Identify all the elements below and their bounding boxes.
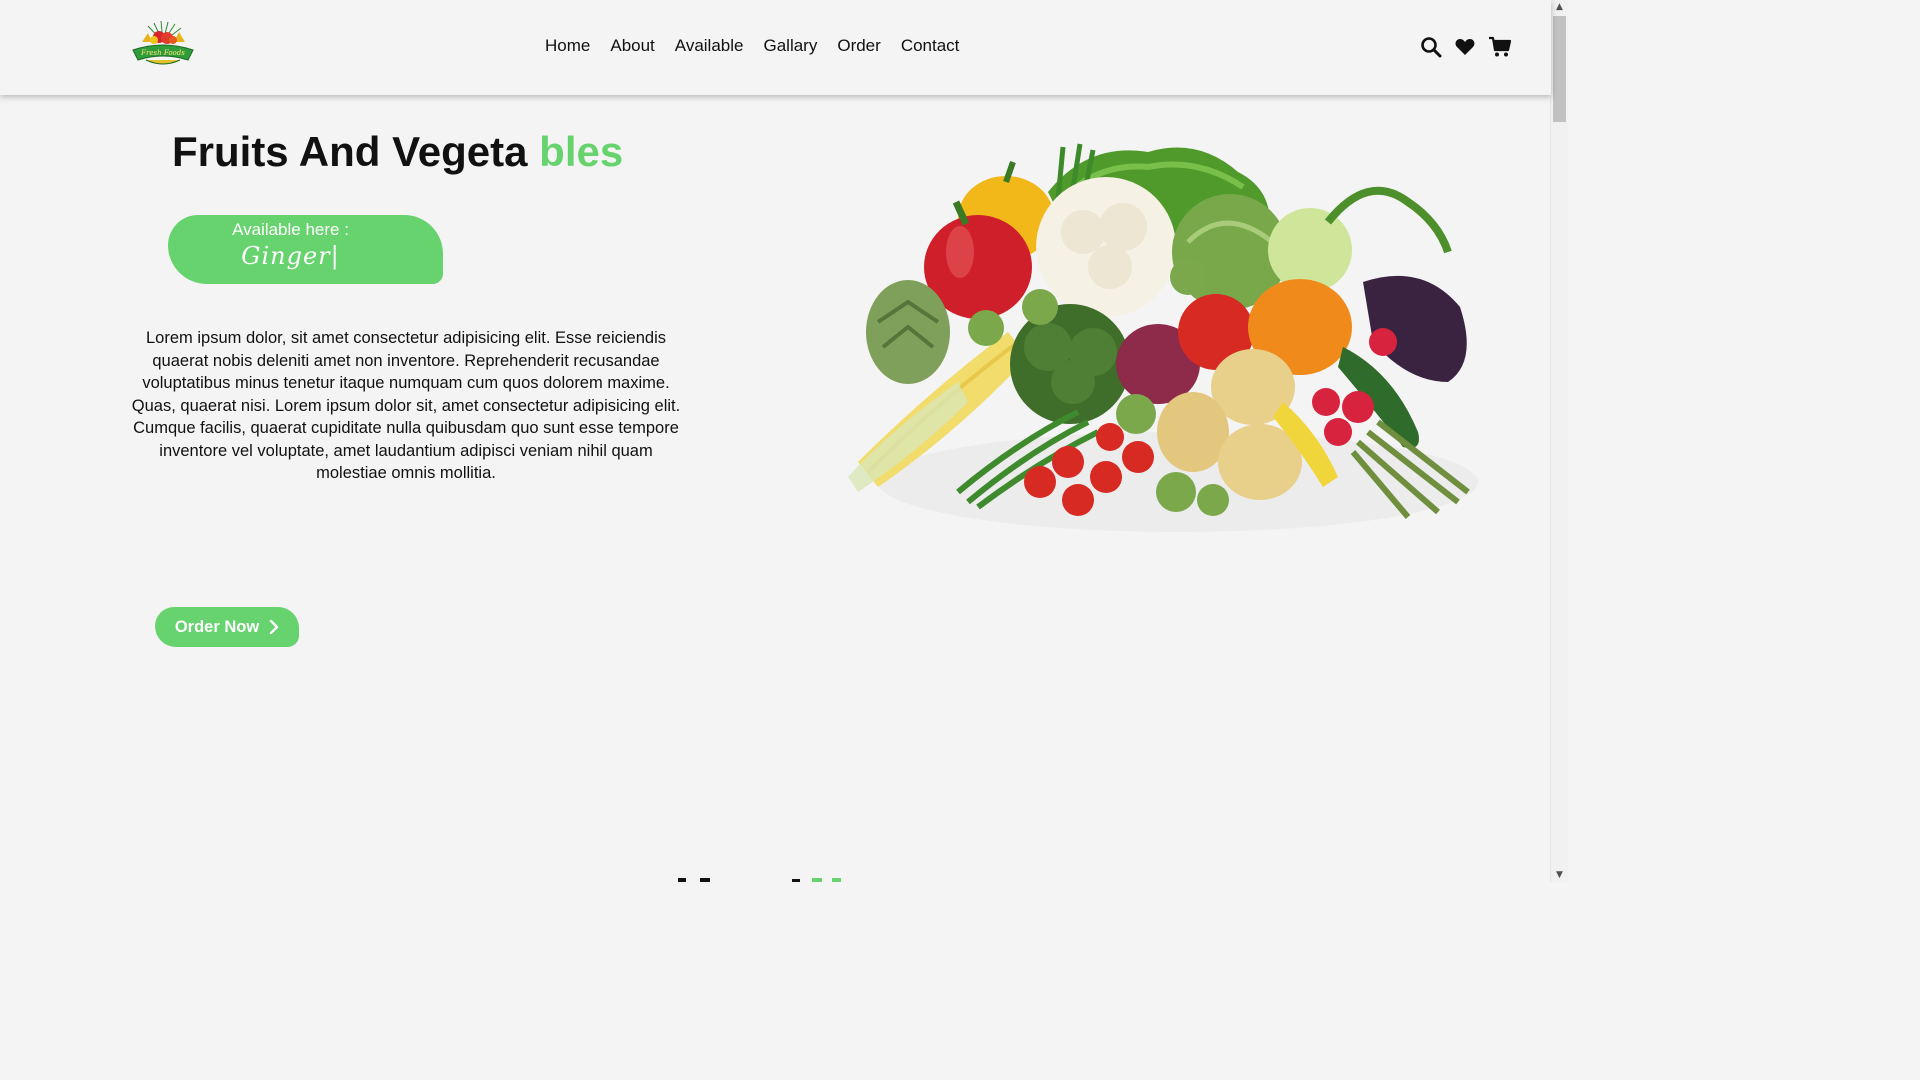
search-icon[interactable] — [1420, 36, 1442, 58]
order-now-label: Order Now — [174, 617, 260, 636]
heart-icon[interactable] — [1454, 36, 1476, 58]
logo[interactable]: Fresh Foods — [128, 20, 198, 70]
available-label: Available here : — [232, 220, 349, 239]
vegetables-image — [848, 143, 1478, 532]
site-header: Fresh Foods Home About Available Gallary… — [0, 0, 1551, 95]
hero-title: Fruits And Vegeta bles — [172, 128, 623, 176]
main-nav: Home About Available Gallary Order Conta… — [545, 36, 959, 56]
logo-graphic: Fresh Foods — [132, 20, 194, 65]
vertical-scrollbar[interactable]: ▲ ▼ — [1550, 0, 1568, 882]
nav-available[interactable]: Available — [675, 36, 744, 56]
scroll-down-icon[interactable]: ▼ — [1551, 868, 1568, 882]
scroll-up-icon[interactable]: ▲ — [1551, 0, 1568, 14]
available-value: Ginger| — [241, 242, 340, 270]
hero-description: Lorem ipsum dolor, sit amet consectetur … — [131, 329, 681, 482]
order-now-button[interactable]: Order Now — [155, 607, 299, 647]
hero-title-accent: bles — [539, 128, 624, 175]
header-icons — [1420, 36, 1512, 58]
nav-home[interactable]: Home — [545, 36, 590, 56]
nav-order[interactable]: Order — [837, 36, 880, 56]
next-section-heading — [678, 878, 841, 882]
nav-about[interactable]: About — [610, 36, 654, 56]
logo-text: Fresh Foods — [140, 49, 185, 57]
available-box: Available here : Ginger| — [168, 215, 443, 284]
nav-gallary[interactable]: Gallary — [763, 36, 817, 56]
scroll-thumb[interactable] — [1553, 16, 1566, 122]
hero-title-main: Fruits And Vegeta — [172, 128, 540, 175]
cart-icon[interactable] — [1488, 36, 1512, 58]
page: Fresh Foods Home About Available Gallary… — [0, 0, 1568, 882]
chevron-right-icon — [269, 620, 279, 634]
nav-contact[interactable]: Contact — [901, 36, 960, 56]
